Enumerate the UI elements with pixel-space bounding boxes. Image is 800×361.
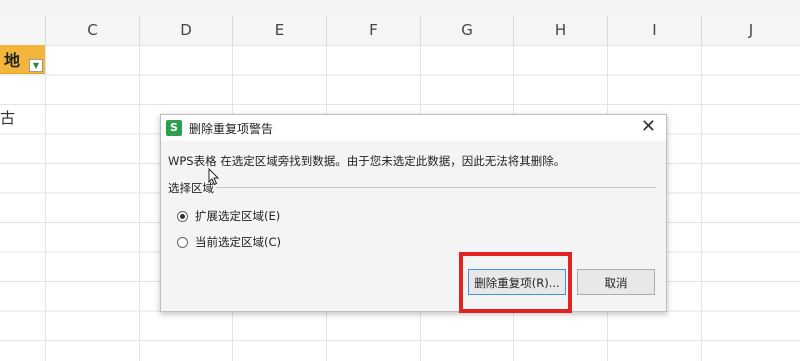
radio-unchecked-icon[interactable] [177,237,188,248]
column-header-row: C D E F G H I J [0,16,800,46]
remove-duplicates-warning-dialog: S 删除重复项警告 ✕ WPS表格 在选定区域旁找到数据。由于您未选定此数据，因… [160,114,667,312]
column-header-h[interactable]: H [513,16,607,45]
option-current-selection[interactable]: 当前选定区域(C) [177,234,281,250]
column-header-d[interactable]: D [139,16,232,45]
column-header-g[interactable]: G [420,16,513,45]
grid-line [701,45,702,361]
cancel-button[interactable]: 取消 [577,269,655,295]
radio-checked-icon[interactable] [177,211,188,222]
option-expand-selection[interactable]: 扩展选定区域(E) [177,208,280,224]
dialog-titlebar[interactable]: S 删除重复项警告 ✕ [161,115,666,141]
column-header-j[interactable]: J [701,16,800,45]
wps-spreadsheet-icon: S [166,120,182,136]
option-label: 扩展选定区域(E) [195,209,281,223]
column-header-c[interactable]: C [45,16,139,45]
column-header-i[interactable]: I [607,16,701,45]
close-icon[interactable]: ✕ [641,117,656,137]
cell-text: 古 [0,109,16,127]
toolbar-strip [0,0,800,17]
highlight-box [459,252,572,313]
mouse-cursor-icon [208,168,220,186]
header-cell-text: 地 [4,51,21,70]
filter-dropdown-icon[interactable]: ▼ [29,59,43,72]
dialog-title: 删除重复项警告 [189,122,274,136]
grid-line [139,45,140,361]
option-label: 当前选定区域(C) [195,235,282,249]
grid-line [45,45,46,361]
column-header-e[interactable]: E [232,16,326,45]
divider [216,187,656,188]
warning-message: WPS表格 在选定区域旁找到数据。由于您未选定此数据，因此无法将其删除。 [168,154,566,168]
column-header-f[interactable]: F [326,16,420,45]
